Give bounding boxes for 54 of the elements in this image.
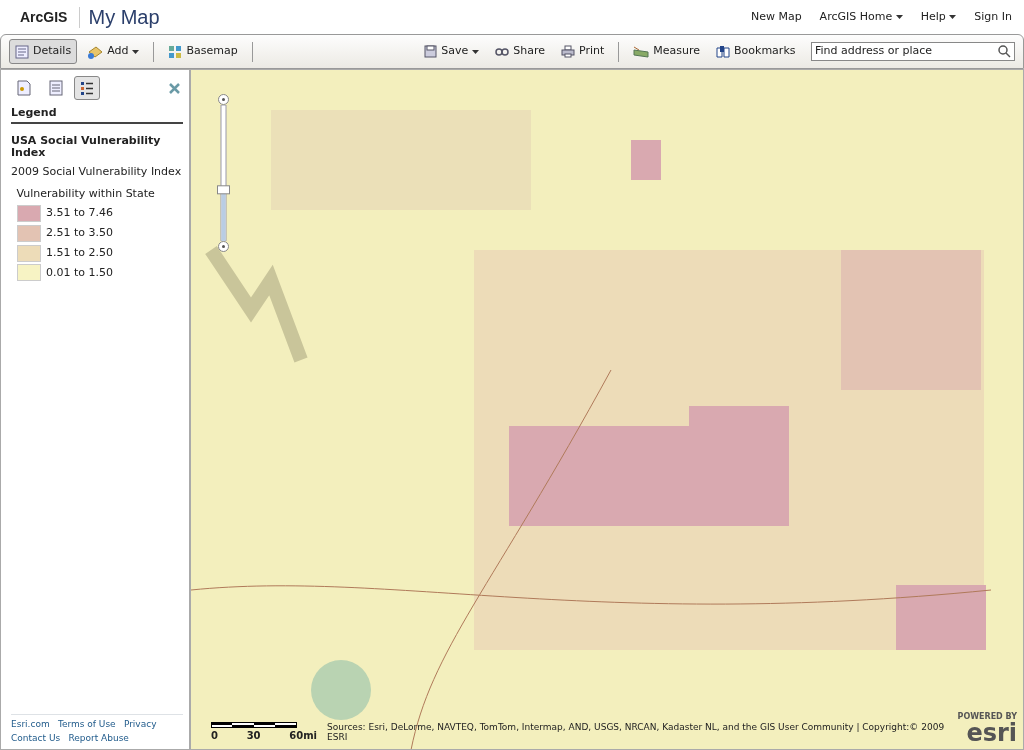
- footer-link[interactable]: Contact Us: [11, 731, 61, 745]
- toolbar-button[interactable]: Bookmarks: [710, 39, 802, 64]
- brand-name: ArcGIS: [20, 6, 81, 28]
- scale-label: 0: [211, 729, 218, 743]
- footer-link[interactable]: Privacy: [123, 718, 157, 732]
- slider-thumb[interactable]: [217, 185, 230, 195]
- zoom-in-button[interactable]: [218, 94, 229, 105]
- logo-caption: POWERED BY: [957, 713, 1017, 721]
- legend-label: 1.51 to 2.50: [46, 244, 114, 261]
- header-link[interactable]: New Map: [750, 8, 802, 26]
- zoom-out-button[interactable]: [218, 241, 229, 252]
- toolbar-button[interactable]: Share: [489, 39, 551, 64]
- footer-link[interactable]: Terms of Use: [57, 718, 116, 732]
- panel-tab[interactable]: [74, 76, 100, 100]
- document-icon: [17, 80, 31, 96]
- attribution-text: ESRI: [327, 733, 349, 743]
- legend-list-icon: [80, 80, 94, 96]
- link-icon: [495, 47, 510, 56]
- book-icon: [716, 45, 731, 58]
- layer-title: USA Social Vulnerability Index: [11, 135, 162, 159]
- field-label: Vulnerability within State: [16, 185, 156, 202]
- dropdown-link[interactable]: Help: [920, 8, 957, 26]
- legend-label: 0.01 to 1.50: [46, 264, 114, 281]
- legend-heading: Legend: [11, 102, 183, 125]
- footer-link[interactable]: Report Abuse: [68, 731, 129, 745]
- map-title: My Map: [87, 5, 160, 30]
- document-icon: [15, 44, 29, 59]
- sublayer-title: 2009 Social Vulnerability Index: [11, 163, 183, 180]
- footer-link[interactable]: Esri.com: [11, 718, 50, 732]
- header-link[interactable]: Sign In: [974, 8, 1012, 26]
- legend-label: 3.51 to 7.46: [46, 205, 114, 222]
- toolbar-button[interactable]: Details: [9, 39, 78, 64]
- logo-wordmark: esri: [965, 721, 1017, 745]
- list-document-icon: [48, 80, 63, 96]
- search-box[interactable]: Find address or place: [811, 42, 1015, 61]
- toolbar-button[interactable]: Save: [418, 39, 486, 64]
- search-icon[interactable]: [998, 45, 1011, 58]
- add-layer-icon: [87, 44, 104, 59]
- toolbar-button[interactable]: Add: [81, 39, 146, 64]
- close-icon[interactable]: [169, 82, 181, 94]
- scale-label: 30: [246, 729, 261, 743]
- attribution-text: Sources: Esri, DeLorme, NAVTEQ, TomTom, Intermap, AND, USGS, NRCAN, Kadaster NL, and the GIS User Community | Copyright:© 2009: [327, 723, 945, 733]
- zoom-slider[interactable]: [217, 105, 230, 241]
- dropdown-link[interactable]: ArcGIS Home: [819, 8, 903, 26]
- scale-label: 60mi: [289, 729, 317, 743]
- save-icon: [424, 45, 438, 58]
- legend-label: 2.51 to 3.50: [46, 225, 114, 242]
- toolbar-button[interactable]: Print: [554, 39, 611, 64]
- basemap-grid-icon: [168, 44, 183, 59]
- printer-icon: [560, 45, 575, 58]
- toolbar-button[interactable]: Basemap: [162, 39, 244, 64]
- toolbar-button[interactable]: Measure: [627, 39, 707, 64]
- map-view[interactable]: 0 30 60mi Sources: Esri, DeLorme, NAVTEQ, TomTom, Intermap, AND, USGS, NRCAN, Kadaster NL, and the GIS User Community | Copyright:© 2009 ESRI POWERED BY esri: [190, 69, 1024, 750]
- ruler-icon: [633, 45, 650, 58]
